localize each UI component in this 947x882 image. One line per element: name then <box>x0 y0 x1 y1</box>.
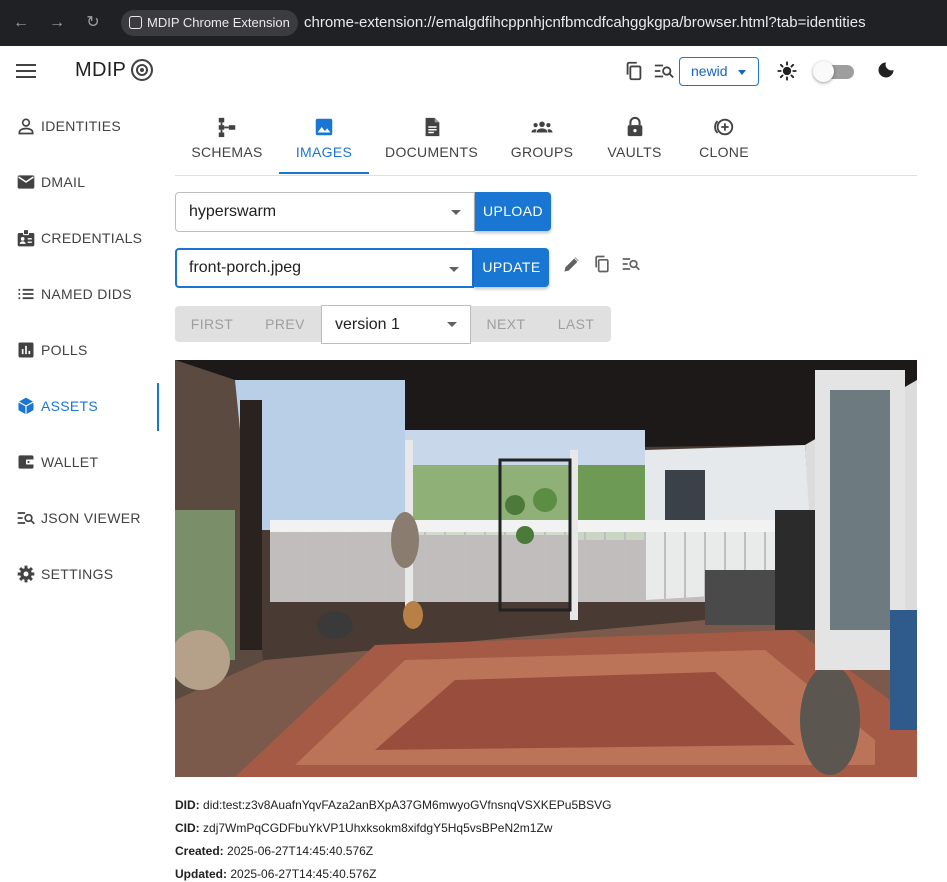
tab-divider <box>175 175 917 176</box>
sidebar-item-identities[interactable]: IDENTITIES <box>16 114 121 138</box>
json-search-icon <box>17 512 35 525</box>
json-search-icon[interactable] <box>653 60 675 82</box>
sidebar-item-label: POLLS <box>41 342 88 358</box>
badge-icon <box>17 229 35 247</box>
version-select[interactable]: version 1 <box>321 305 471 344</box>
first-button[interactable]: FIRST <box>180 306 244 342</box>
cid-value: zdj7WmPqCGDFbuYkVP1Uhxksokm8xifdgY5Hq5vs… <box>203 821 553 835</box>
sidebar-item-credentials[interactable]: CREDENTIALS <box>16 226 142 250</box>
registry-select[interactable]: hyperswarm <box>175 192 475 232</box>
wallet-icon <box>18 455 35 469</box>
upload-button[interactable]: UPLOAD <box>475 192 551 231</box>
version-select-value: version 1 <box>335 316 400 333</box>
image-icon <box>315 118 333 136</box>
sidebar-item-label: SETTINGS <box>41 566 114 582</box>
app-brand: MDIP <box>75 59 127 81</box>
forward-arrow-icon[interactable]: → <box>47 13 67 33</box>
update-button[interactable]: UPDATE <box>474 248 549 287</box>
extension-chip[interactable]: MDIP Chrome Extension <box>121 10 298 36</box>
identity-select[interactable]: newid <box>679 57 759 86</box>
updated-row: Updated: 2025-06-27T14:45:40.576Z <box>175 867 376 881</box>
add-circle-icon <box>714 118 734 136</box>
list-icon <box>18 288 34 300</box>
person-icon <box>18 118 34 135</box>
copy-icon[interactable] <box>592 254 612 274</box>
sidebar-item-label: WALLET <box>41 454 99 470</box>
sidebar-item-label: IDENTITIES <box>41 118 122 134</box>
cid-row: CID: zdj7WmPqCGDFbuYkVP1Uhxksokm8xifdgY5… <box>175 821 552 835</box>
tab-label: CLONE <box>699 144 749 160</box>
prev-button[interactable]: PREV <box>254 306 316 342</box>
did-label: DID: <box>175 798 200 812</box>
tab-clone[interactable]: CLONE <box>690 114 758 174</box>
sidebar-item-assets[interactable]: ASSETS <box>16 394 98 418</box>
browser-toolbar: ← → ↻ MDIP Chrome Extension chrome-exten… <box>0 0 947 46</box>
edit-pencil-icon[interactable] <box>562 254 582 274</box>
sidebar-item-json-viewer[interactable]: JSON VIEWER <box>16 506 141 530</box>
tab-label: SCHEMAS <box>191 144 263 160</box>
sidebar-item-settings[interactable]: SETTINGS <box>16 562 113 586</box>
identity-select-value: newid <box>691 63 728 79</box>
copy-icon[interactable] <box>623 60 645 82</box>
reload-icon[interactable]: ↻ <box>83 13 103 33</box>
created-label: Created: <box>175 844 224 858</box>
updated-label: Updated: <box>175 867 227 881</box>
address-bar-url[interactable]: chrome-extension://emalgdfihcppnhjcnfbmc… <box>304 14 866 31</box>
theme-toggle-thumb[interactable] <box>813 61 834 82</box>
chevron-down-icon <box>449 267 459 272</box>
back-arrow-icon[interactable]: ← <box>11 13 31 33</box>
cube-icon <box>18 397 34 415</box>
tab-vaults[interactable]: VAULTS <box>601 114 668 174</box>
tab-active-indicator <box>279 172 369 174</box>
sidebar-item-label: JSON VIEWER <box>41 510 141 526</box>
tab-label: IMAGES <box>295 144 353 160</box>
updated-value: 2025-06-27T14:45:40.576Z <box>230 867 377 881</box>
asset-image <box>175 360 917 777</box>
groups-icon <box>531 121 553 133</box>
created-row: Created: 2025-06-27T14:45:40.576Z <box>175 844 373 858</box>
did-value: did:test:z3v8AuafnYqvFAza2anBXpA37GM6mwy… <box>203 798 612 812</box>
mail-icon <box>17 175 35 189</box>
puzzle-icon <box>129 16 142 29</box>
cid-label: CID: <box>175 821 200 835</box>
hamburger-menu-icon[interactable] <box>16 64 36 78</box>
sidebar-item-label: NAMED DIDS <box>41 286 132 302</box>
tab-images[interactable]: IMAGES <box>279 114 369 174</box>
sidebar-item-wallet[interactable]: WALLET <box>16 450 98 474</box>
sidebar-item-dmail[interactable]: DMAIL <box>16 170 85 194</box>
sidebar-active-indicator <box>157 383 159 431</box>
document-icon <box>425 117 439 137</box>
tab-label: GROUPS <box>510 144 574 160</box>
chevron-down-icon <box>447 322 457 327</box>
tab-label: DOCUMENTS <box>385 144 478 160</box>
sidebar-item-named-dids[interactable]: NAMED DIDS <box>16 282 132 306</box>
image-select-value: front-porch.jpeg <box>189 259 302 276</box>
gear-icon <box>17 565 35 583</box>
sidebar-item-polls[interactable]: POLLS <box>16 338 88 362</box>
chevron-down-icon <box>451 210 461 215</box>
lock-icon <box>627 116 642 137</box>
schema-icon <box>218 117 236 138</box>
last-button[interactable]: LAST <box>546 306 606 342</box>
tab-label: VAULTS <box>607 144 662 160</box>
tab-groups[interactable]: GROUPS <box>504 114 580 174</box>
chevron-down-icon <box>738 70 746 75</box>
created-value: 2025-06-27T14:45:40.576Z <box>227 844 374 858</box>
extension-name: MDIP Chrome Extension <box>147 15 290 30</box>
moon-icon[interactable] <box>876 60 896 80</box>
sun-icon[interactable] <box>777 61 797 81</box>
did-row: DID: did:test:z3v8AuafnYqvFAza2anBXpA37G… <box>175 798 611 812</box>
sidebar-item-label: DMAIL <box>41 174 86 190</box>
tab-schemas[interactable]: SCHEMAS <box>186 114 268 174</box>
json-search-icon[interactable] <box>621 254 641 274</box>
fingerprint-icon <box>131 59 153 81</box>
sidebar-item-label: CREDENTIALS <box>41 230 143 246</box>
tab-documents[interactable]: DOCUMENTS <box>380 114 483 174</box>
registry-select-value: hyperswarm <box>189 203 277 220</box>
sidebar-item-label: ASSETS <box>41 398 99 414</box>
poll-icon <box>18 342 34 358</box>
image-select[interactable]: front-porch.jpeg <box>175 248 474 288</box>
next-button[interactable]: NEXT <box>476 306 536 342</box>
